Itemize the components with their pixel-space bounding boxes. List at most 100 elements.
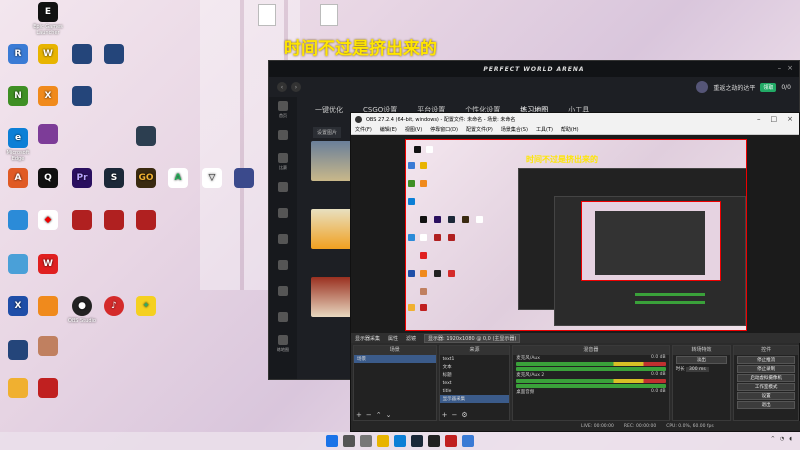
menu-scene-collection[interactable]: 场景集合(S): [501, 126, 528, 133]
up-icon[interactable]: ⌃: [376, 411, 382, 419]
menu-tools[interactable]: 工具(T): [536, 126, 553, 133]
start-icon[interactable]: [326, 435, 338, 447]
source-item[interactable]: title: [440, 387, 510, 395]
desktop-icon-epic[interactable]: E Epic Games Launcher: [30, 2, 66, 36]
network-icon[interactable]: ◔: [780, 436, 784, 442]
volume-icon[interactable]: ◖: [789, 436, 792, 442]
close-icon[interactable]: ×: [787, 64, 793, 72]
desktop-icon-cortex[interactable]: A: [160, 168, 196, 190]
taskbar-app-icon[interactable]: [360, 435, 372, 447]
minimize-icon[interactable]: –: [778, 64, 782, 72]
taskbar-app-icon[interactable]: [428, 435, 440, 447]
stop-streaming-button[interactable]: 停止推流: [737, 356, 796, 364]
desktop-icon-xunlei[interactable]: ✦: [128, 296, 164, 318]
remove-icon[interactable]: −: [452, 411, 458, 419]
source-item[interactable]: 文本: [440, 363, 510, 371]
sidebar-item-practice[interactable]: 练地图: [269, 331, 297, 357]
desktop-icon-app[interactable]: [64, 44, 100, 66]
sidebar-item[interactable]: [269, 305, 297, 331]
forward-icon[interactable]: ›: [291, 82, 301, 92]
taskbar-app-icon[interactable]: [445, 435, 457, 447]
filter-button[interactable]: 设置图片: [313, 127, 342, 138]
sidebar-item[interactable]: [269, 175, 297, 201]
minimize-icon[interactable]: –: [757, 115, 761, 123]
exit-button[interactable]: 退出: [737, 401, 796, 409]
menu-edit[interactable]: 编辑(E): [380, 126, 397, 133]
menu-file[interactable]: 文件(F): [355, 126, 372, 133]
mixer-channel: 麦克风/Aux 0.0 dB: [516, 355, 666, 361]
mixer-title: 混音器: [513, 346, 669, 355]
desktop-icon-app[interactable]: [64, 86, 100, 108]
add-icon[interactable]: +: [356, 411, 362, 419]
menu-help[interactable]: 帮助(H): [561, 126, 579, 133]
settings-button[interactable]: 设置: [737, 392, 796, 400]
display-select[interactable]: 显示器: 1920x1080 @ 0,0 (主显示器): [424, 333, 521, 343]
desktop-icon-wps[interactable]: W: [30, 44, 66, 66]
desktop-icon-app[interactable]: [96, 210, 132, 232]
virtual-camera-button[interactable]: 启动虚拟摄像机: [737, 374, 796, 382]
avatar[interactable]: [696, 81, 709, 93]
volume-slider[interactable]: [516, 367, 666, 371]
obs-preview[interactable]: 时间不过是挤出来的: [351, 135, 800, 333]
source-item[interactable]: text1: [440, 355, 510, 363]
menu-docks[interactable]: 停靠窗口(D): [430, 126, 458, 133]
desktop-icon-pwa[interactable]: ▽: [194, 168, 230, 190]
desktop-icon-netease[interactable]: ♪: [96, 296, 132, 318]
properties-button[interactable]: 属性: [388, 335, 398, 342]
desktop-icon-premiere[interactable]: Pr: [64, 168, 100, 190]
scene-item[interactable]: 场景: [354, 355, 436, 363]
close-icon[interactable]: ×: [787, 115, 793, 123]
desktop-icon-app[interactable]: ◆: [30, 210, 66, 232]
stop-recording-button[interactable]: 停止录制: [737, 365, 796, 373]
desktop-icon-wps-office[interactable]: W: [30, 254, 66, 276]
taskbar-app-icon[interactable]: [377, 435, 389, 447]
add-icon[interactable]: +: [442, 411, 448, 419]
sidebar-item[interactable]: [269, 201, 297, 227]
sidebar-item[interactable]: [269, 279, 297, 305]
gear-icon[interactable]: ⚙: [461, 411, 467, 419]
desktop-icon-genshin[interactable]: [30, 336, 66, 358]
duration-field[interactable]: 300 ms: [686, 366, 709, 372]
transition-select[interactable]: 淡出: [675, 356, 728, 364]
claim-badge[interactable]: 领取: [760, 82, 777, 92]
menu-profile[interactable]: 配置文件(P): [466, 126, 493, 133]
desktop-icon-steam[interactable]: S: [96, 168, 132, 190]
taskbar-app-icon[interactable]: [462, 435, 474, 447]
sidebar-item[interactable]: [269, 227, 297, 253]
taskbar-app-icon[interactable]: [343, 435, 355, 447]
desktop-icon-app[interactable]: [30, 378, 66, 400]
sidebar-item[interactable]: [269, 123, 297, 149]
desktop-icon-qq[interactable]: Q: [30, 168, 66, 190]
menu-view[interactable]: 视图(V): [405, 126, 422, 133]
down-icon[interactable]: ⌄: [386, 411, 392, 419]
desktop-file-icon[interactable]: [258, 4, 276, 26]
sidebar-item-match[interactable]: 比赛: [269, 149, 297, 175]
desktop-icon-edge[interactable]: e Microsoft Edge: [0, 128, 36, 162]
desktop-file-icon[interactable]: [320, 4, 338, 26]
desktop-icon-app[interactable]: [30, 296, 66, 318]
remove-icon[interactable]: −: [366, 411, 372, 419]
tab-optimize[interactable]: 一键优化: [305, 104, 353, 116]
desktop-icon-app[interactable]: [128, 210, 164, 232]
maximize-icon[interactable]: □: [771, 115, 778, 123]
filters-button[interactable]: 滤镜: [406, 335, 416, 342]
desktop-icon-obs[interactable]: ● OBS Studio: [64, 296, 100, 324]
taskbar-app-icon[interactable]: [411, 435, 423, 447]
tray-icon[interactable]: ^: [771, 436, 775, 442]
taskbar-app-icon[interactable]: [394, 435, 406, 447]
desktop-icon-xunyou[interactable]: X: [30, 86, 66, 108]
desktop-icon-csgo[interactable]: GO: [128, 168, 164, 190]
desktop-icon-app[interactable]: [64, 210, 100, 232]
desktop-icon-app[interactable]: [128, 126, 164, 148]
desktop-icon-app[interactable]: [96, 44, 132, 66]
source-item[interactable]: 显示器采集: [439, 395, 510, 403]
desktop-icon-app[interactable]: [226, 168, 262, 190]
back-icon[interactable]: ‹: [277, 82, 287, 92]
volume-slider[interactable]: [516, 384, 666, 388]
sidebar-item-home[interactable]: 首页: [269, 97, 297, 123]
mixer-channel: 桌面音频 0.0 dB: [516, 389, 666, 395]
source-item[interactable]: text: [440, 379, 510, 387]
sidebar-item[interactable]: [269, 253, 297, 279]
source-item[interactable]: 标题: [440, 371, 510, 379]
studio-mode-button[interactable]: 工作室模式: [737, 383, 796, 391]
